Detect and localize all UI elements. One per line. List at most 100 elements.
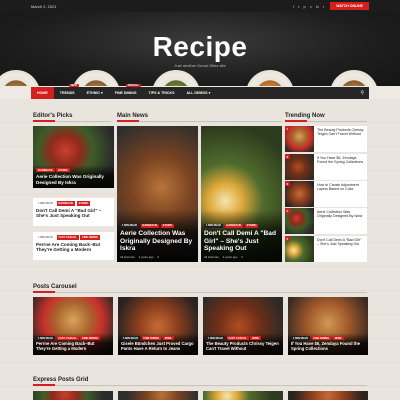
category-tag[interactable]: FAST CASUAL [56,235,79,240]
vimeo-icon[interactable]: v [310,4,312,9]
card-title[interactable]: Don't Call Demi A "Bad Girl" – She's Jus… [204,230,279,253]
read-time-tag: 1 MIN READ [36,235,55,240]
read-time-tag: 1 MIN READ [206,335,225,341]
trending-item[interactable]: 2 If You Have $5, Zendaya Found the Spri… [285,154,367,180]
read-time-tag: 1 MIN READ [291,335,310,341]
trending-thumbnail[interactable]: 3 [285,181,314,207]
category-tag[interactable]: BARBECUE [140,223,160,229]
category-tag[interactable]: ETHNIC [244,223,259,229]
express-post-thumbnail[interactable] [118,391,198,400]
rank-badge: 5 [285,236,290,241]
nav-item-ethnic[interactable]: ETHNIC ▾ [81,87,109,99]
main-news-card[interactable]: 1 MIN READ BARBECUE ETHNIC Aerie Collect… [117,126,198,262]
trending-thumbnail[interactable]: 2 [285,154,314,180]
category-tag[interactable]: BARBECUE [224,223,244,229]
trending-item[interactable]: 1 The Beauty Products Chrissy Teigen Can… [285,126,367,152]
category-tag[interactable]: BARBECUE [56,201,76,206]
site-logo[interactable]: Recipe [0,31,400,63]
express-post-thumbnail[interactable] [33,391,113,400]
category-tag[interactable]: ETHNIC [56,167,70,173]
trending-title[interactable]: The Beauty Products Chrissy Teigen Can't… [314,126,367,152]
editors-featured-card[interactable]: BARBECUE ETHNIC Aerie Collection Was Ori… [33,126,114,188]
category-tag[interactable]: FINE DINING [141,335,162,341]
search-icon[interactable]: ⚲ [360,90,369,96]
main-news-heading: Main News [117,113,282,122]
trending-item[interactable]: 4 Aerie Collection Was Originally Design… [285,208,367,234]
social-links: f t p v in r [293,4,324,9]
editors-list-item[interactable]: 1 MIN READ FAST CASUAL FINE DINING Perrn… [33,232,114,260]
new-badge: NEW [68,84,79,87]
category-tag[interactable]: FAST CASUAL [226,335,249,341]
category-tag[interactable]: BARBECUE [36,167,55,173]
linkedin-icon[interactable]: in [316,4,319,9]
carousel-card[interactable]: 1 MIN READ FAST CASUAL WINE The Beauty P… [203,297,283,355]
card-title[interactable]: Perrne Are Coming Back–But They're Getti… [36,342,110,352]
express-post-thumbnail[interactable] [288,391,368,400]
read-time-tag: 1 MIN READ [36,201,55,206]
plate-image [246,70,294,86]
card-title[interactable]: The Beauty Products Chrissy Teigen Can't… [206,342,280,352]
main-news-card[interactable]: 1 MIN READ BARBECUE ETHNIC Don't Call De… [201,126,282,262]
carousel-card[interactable]: 1 MIN READ FINE DINING WINE If You Have … [288,297,368,355]
trending-thumbnail[interactable]: 1 [285,126,314,152]
post-date: 2 years ago [222,255,238,259]
category-tag[interactable]: ETHNIC [76,201,91,206]
express-post-thumbnail[interactable] [203,391,283,400]
plate-image [0,70,40,86]
author-link[interactable]: Ali sherman [204,255,219,259]
pinterest-icon[interactable]: p [304,4,306,9]
category-tag[interactable]: ETHNIC [160,223,175,229]
list-item-title[interactable]: Perrne Are Coming Back–But They're Getti… [36,242,111,253]
trending-item[interactable]: 3 How to Create Adjustment Layers Based … [285,181,367,207]
comment-count[interactable]: 0 [241,255,243,259]
category-tag[interactable]: FAST CASUAL [56,335,79,341]
carousel-card[interactable]: 1 MIN READ FINE DINING WINE Gisele Bündc… [118,297,198,355]
watch-online-button[interactable]: WATCH ONLINE [330,2,369,10]
category-tag[interactable]: WINE [162,335,174,341]
rss-icon[interactable]: r [323,4,324,9]
category-tag[interactable]: FINE DINING [311,335,332,341]
nav-item-home[interactable]: HOME [31,87,54,99]
nav-item-trends[interactable]: TRENDS NEW [54,84,81,99]
trending-title[interactable]: How to Create Adjustment Layers Based on… [314,181,367,207]
editors-picks-heading: Editor's Picks [33,113,111,122]
posts-carousel-heading: Posts Carousel [33,284,367,293]
editors-list-item[interactable]: 1 MIN READ BARBECUE ETHNIC Don't Call De… [33,198,114,226]
nav-item-tips-tricks[interactable]: TIPS & TRICKS [143,87,181,99]
category-tag[interactable]: WINE [250,335,261,341]
category-tag[interactable]: WINE [332,335,344,341]
top-bar: March 2, 2021 f t p v in r WATCH ONLINE [0,0,400,12]
twitter-icon[interactable]: t [298,4,299,9]
nav-item-all-demos[interactable]: ALL DEMOS ▾ [180,87,216,99]
trending-title[interactable]: Don't Call Demi A "Bad Girl" – She's Jus… [314,236,367,262]
trending-title[interactable]: Aerie Collection Was Originally Designed… [314,208,367,234]
plate-image [72,70,120,86]
carousel-card[interactable]: 1 MIN READ FAST CASUAL FINE DINING Perrn… [33,297,113,355]
read-time-tag: 1 MIN READ [120,223,139,229]
trending-item[interactable]: 5 Don't Call Demi A "Bad Girl" – She's J… [285,236,367,262]
trending-thumbnail[interactable]: 4 [285,208,314,234]
express-posts-heading: Express Posts Grid [33,377,367,386]
card-title[interactable]: Aerie Collection Was Originally Designed… [36,174,111,185]
facebook-icon[interactable]: f [293,4,294,9]
trending-thumbnail[interactable]: 5 [285,236,314,262]
date-label: March 2, 2021 [31,3,57,9]
trending-now-heading: Trending Now [285,113,367,122]
trending-title[interactable]: If You Have $5, Zendaya Found the Spring… [314,154,367,180]
comment-count[interactable]: 0 [157,255,159,259]
author-link[interactable]: Ali sherman [120,255,135,259]
main-navigation: HOME TRENDS NEW ETHNIC ▾ FINE DINING SPECI… [31,84,369,99]
rank-badge: 4 [285,208,290,213]
plate-image [152,70,200,86]
hero-banner: Recipe Just another Knowi Sites site [0,12,400,86]
rank-badge: 3 [285,181,290,186]
nav-item-fine-dining[interactable]: FINE DINING SPECIAL [109,84,143,99]
category-tag[interactable]: FINE DINING [80,335,100,341]
card-title[interactable]: Aerie Collection Was Originally Designed… [120,230,195,253]
list-item-title[interactable]: Don't Call Demi A "Bad Girl" – She's Jus… [36,208,111,219]
card-title[interactable]: Gisele Bündchen Just Proved Cargo Pants … [121,342,195,352]
category-tag[interactable]: FINE DINING [80,235,100,240]
read-time-tag: 1 MIN READ [36,335,55,341]
card-title[interactable]: If You Have $5, Zendaya Found the Spring… [291,342,365,352]
special-badge: SPECIAL [125,84,141,87]
